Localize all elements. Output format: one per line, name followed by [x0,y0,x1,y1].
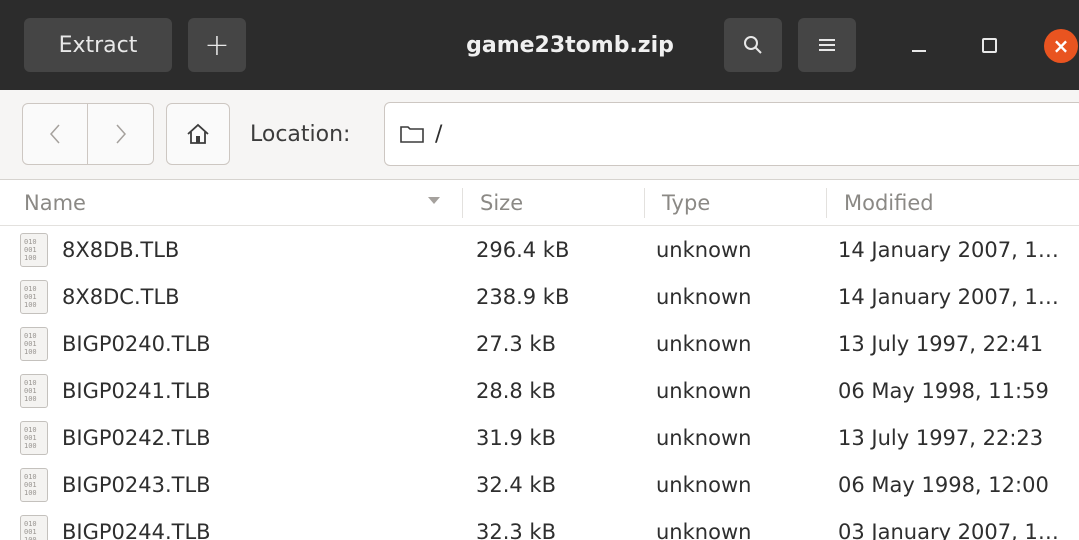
navigation-buttons [22,103,154,165]
file-type: unknown [656,378,752,403]
header-bar: Extract + game23tomb.zip × [0,0,1079,90]
file-modified: 06 May 1998, 12:00 [838,472,1049,497]
main-menu-button[interactable] [798,18,856,72]
file-row[interactable]: 010 001 100 BIGP0243.TLB 32.4 kB unknown… [0,461,1079,508]
file-name: BIGP0240.TLB [62,331,211,356]
column-size[interactable]: Size [462,180,523,226]
binary-file-icon: 010 001 100 [20,515,48,540]
window-title: game23tomb.zip [466,32,674,58]
file-type: unknown [656,331,752,356]
add-files-button[interactable]: + [188,18,246,72]
folder-icon [399,124,425,144]
maximize-button[interactable] [968,30,1008,60]
file-row[interactable]: 010 001 100 BIGP0241.TLB 28.8 kB unknown… [0,367,1079,414]
binary-file-icon: 010 001 100 [20,468,48,502]
search-icon [744,36,762,54]
file-size: 32.4 kB [476,472,557,497]
column-name[interactable]: Name [6,180,86,226]
file-row[interactable]: 010 001 100 BIGP0242.TLB 31.9 kB unknown… [0,414,1079,461]
sort-descending-icon [428,197,440,204]
chevron-left-icon [49,124,60,144]
file-row[interactable]: 010 001 100 BIGP0244.TLB 32.3 kB unknown… [0,508,1079,540]
file-row[interactable]: 010 001 100 8X8DC.TLB 238.9 kB unknown 1… [0,273,1079,320]
location-bar: Location: / [0,90,1079,180]
column-type[interactable]: Type [644,180,710,226]
forward-button[interactable] [88,104,153,164]
location-path: / [435,121,443,147]
file-modified: 13 July 1997, 22:23 [838,425,1044,450]
file-size: 27.3 kB [476,331,557,356]
file-size: 28.8 kB [476,378,557,403]
binary-file-icon: 010 001 100 [20,280,48,314]
location-label: Location: [250,121,351,147]
file-size: 296.4 kB [476,237,570,262]
location-entry[interactable]: / [384,102,1079,166]
file-type: unknown [656,472,752,497]
file-size: 238.9 kB [476,284,570,309]
home-button[interactable] [166,103,230,165]
file-type: unknown [656,519,752,540]
file-modified: 13 July 1997, 22:41 [838,331,1044,356]
search-button[interactable] [724,18,782,72]
file-modified: 14 January 2007, 1… [838,284,1059,309]
file-modified: 14 January 2007, 1… [838,237,1059,262]
back-button[interactable] [23,104,88,164]
file-name: BIGP0242.TLB [62,425,211,450]
home-icon [187,123,209,144]
column-modified[interactable]: Modified [826,180,934,226]
binary-file-icon: 010 001 100 [20,327,48,361]
minimize-button[interactable] [900,30,940,60]
file-modified: 03 January 2007, 1… [838,519,1059,540]
column-header: Name Size Type Modified [0,180,1079,226]
close-button[interactable]: × [1044,29,1078,63]
file-name: 8X8DC.TLB [62,284,180,309]
file-size: 32.3 kB [476,519,557,540]
extract-button[interactable]: Extract [24,18,172,72]
file-name: BIGP0244.TLB [62,519,211,540]
file-list: Name Size Type Modified 010 001 100 8X8D… [0,180,1079,540]
file-modified: 06 May 1998, 11:59 [838,378,1049,403]
file-row[interactable]: 010 001 100 BIGP0240.TLB 27.3 kB unknown… [0,320,1079,367]
binary-file-icon: 010 001 100 [20,233,48,267]
file-type: unknown [656,425,752,450]
file-type: unknown [656,237,752,262]
file-row[interactable]: 010 001 100 8X8DB.TLB 296.4 kB unknown 1… [0,226,1079,273]
file-size: 31.9 kB [476,425,557,450]
close-icon: × [1052,34,1070,58]
file-name: 8X8DB.TLB [62,237,180,262]
file-name: BIGP0241.TLB [62,378,211,403]
hamburger-menu-icon [819,39,835,51]
binary-file-icon: 010 001 100 [20,421,48,455]
binary-file-icon: 010 001 100 [20,374,48,408]
file-type: unknown [656,284,752,309]
file-name: BIGP0243.TLB [62,472,211,497]
chevron-right-icon [115,124,126,144]
